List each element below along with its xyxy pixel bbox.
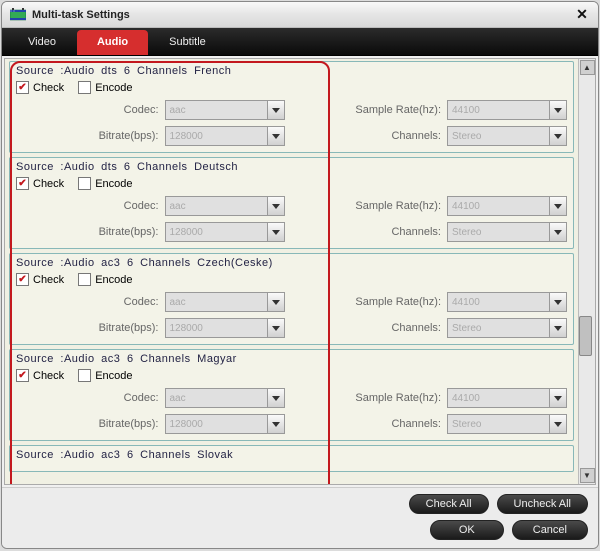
chevron-down-icon <box>267 101 284 119</box>
samplerate-select[interactable]: 44100 <box>447 292 567 312</box>
chevron-down-icon <box>267 127 284 145</box>
titlebar: Multi-task Settings ✕ <box>2 2 598 28</box>
check-checkbox[interactable]: Check <box>16 369 64 382</box>
bitrate-select[interactable]: 128000 <box>165 222 285 242</box>
codec-select[interactable]: aac <box>165 292 285 312</box>
source-group: Source :Audio ac3 6 Channels Czech(Ceske… <box>9 253 574 345</box>
encode-checkbox[interactable]: Encode <box>78 81 132 94</box>
encode-checkbox[interactable]: Encode <box>78 369 132 382</box>
samplerate-select[interactable]: 44100 <box>447 196 567 216</box>
tabs-bar: Video Audio Subtitle <box>2 28 598 56</box>
samplerate-select[interactable]: 44100 <box>447 388 567 408</box>
source-group: Source :Audio ac3 6 Channels Magyar Chec… <box>9 349 574 441</box>
chevron-down-icon <box>549 197 566 215</box>
cancel-button[interactable]: Cancel <box>512 520 588 540</box>
samplerate-select[interactable]: 44100 <box>447 100 567 120</box>
source-title: Source :Audio dts 6 Channels French <box>16 65 567 77</box>
chevron-down-icon <box>549 223 566 241</box>
bitrate-label: Bitrate(bps): <box>99 130 159 142</box>
check-all-button[interactable]: Check All <box>409 494 489 514</box>
chevron-down-icon <box>549 389 566 407</box>
encode-checkbox[interactable]: Encode <box>78 273 132 286</box>
source-group: Source :Audio dts 6 Channels French Chec… <box>9 61 574 153</box>
channels-select[interactable]: Stereo <box>447 414 567 434</box>
scroll-area: Source :Audio dts 6 Channels French Chec… <box>4 58 596 485</box>
chevron-down-icon <box>549 127 566 145</box>
chevron-down-icon <box>549 415 566 433</box>
app-icon <box>10 8 26 22</box>
check-checkbox[interactable]: Check <box>16 81 64 94</box>
tab-video[interactable]: Video <box>8 30 76 55</box>
source-group: Source :Audio dts 6 Channels Deutsch Che… <box>9 157 574 249</box>
scroll-track[interactable] <box>579 76 595 467</box>
codec-select[interactable]: aac <box>165 100 285 120</box>
encode-checkbox[interactable]: Encode <box>78 177 132 190</box>
chevron-down-icon <box>267 293 284 311</box>
channels-select[interactable]: Stereo <box>447 126 567 146</box>
chevron-down-icon <box>267 319 284 337</box>
check-checkbox[interactable]: Check <box>16 273 64 286</box>
channels-select[interactable]: Stereo <box>447 318 567 338</box>
bitrate-select[interactable]: 128000 <box>165 318 285 338</box>
chevron-down-icon <box>267 197 284 215</box>
channels-label: Channels: <box>391 130 441 142</box>
content-pane: Source :Audio dts 6 Channels French Chec… <box>5 59 578 484</box>
codec-select[interactable]: aac <box>165 388 285 408</box>
codec-label: Codec: <box>124 104 159 116</box>
bitrate-select[interactable]: 128000 <box>165 414 285 434</box>
chevron-down-icon <box>267 223 284 241</box>
chevron-down-icon <box>549 293 566 311</box>
source-title: Source :Audio dts 6 Channels Deutsch <box>16 161 567 173</box>
tab-audio[interactable]: Audio <box>77 30 148 55</box>
source-group: Source :Audio ac3 6 Channels Slovak <box>9 445 574 472</box>
scroll-down-button[interactable]: ▼ <box>580 468 595 483</box>
samplerate-label: Sample Rate(hz): <box>355 104 441 116</box>
bitrate-select[interactable]: 128000 <box>165 126 285 146</box>
check-checkbox[interactable]: Check <box>16 177 64 190</box>
settings-window: Multi-task Settings ✕ Video Audio Subtit… <box>1 1 599 549</box>
source-title: Source :Audio ac3 6 Channels Czech(Ceske… <box>16 257 567 269</box>
uncheck-all-button[interactable]: Uncheck All <box>497 494 588 514</box>
channels-select[interactable]: Stereo <box>447 222 567 242</box>
close-button[interactable]: ✕ <box>574 7 590 23</box>
ok-button[interactable]: OK <box>430 520 504 540</box>
source-title: Source :Audio ac3 6 Channels Slovak <box>16 449 567 461</box>
source-title: Source :Audio ac3 6 Channels Magyar <box>16 353 567 365</box>
chevron-down-icon <box>549 101 566 119</box>
scroll-thumb[interactable] <box>579 316 592 356</box>
vertical-scrollbar[interactable]: ▲ ▼ <box>578 59 595 484</box>
chevron-down-icon <box>267 415 284 433</box>
tab-subtitle[interactable]: Subtitle <box>149 30 226 55</box>
scroll-up-button[interactable]: ▲ <box>580 60 595 75</box>
chevron-down-icon <box>267 389 284 407</box>
chevron-down-icon <box>549 319 566 337</box>
footer: Check All Uncheck All OK Cancel <box>2 487 598 548</box>
codec-select[interactable]: aac <box>165 196 285 216</box>
window-title: Multi-task Settings <box>32 9 574 21</box>
